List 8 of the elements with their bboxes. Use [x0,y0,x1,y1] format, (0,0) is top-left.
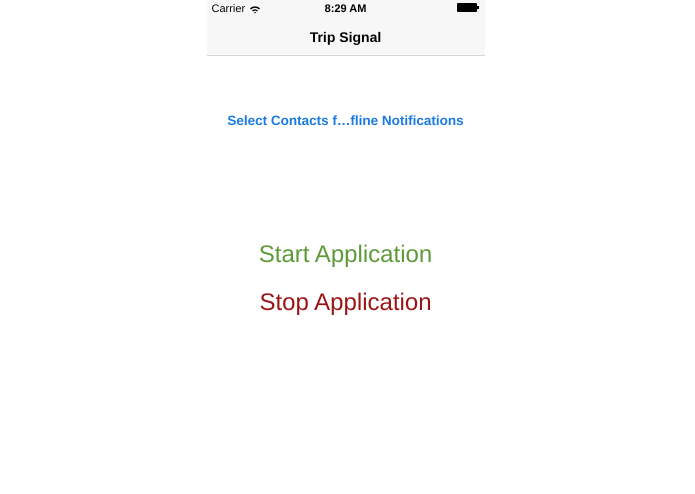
battery-icon [456,3,478,12]
stop-button[interactable]: Stop Application [259,286,432,320]
time-label: 8:29 AM [324,3,366,15]
carrier-label: Carrier [212,3,246,15]
wifi-icon [249,4,262,14]
start-button[interactable]: Start Application [258,238,432,272]
select-contacts-link[interactable]: Select Contacts f…fline Notifications [227,113,464,128]
screen-title: Trip Signal [310,28,382,44]
